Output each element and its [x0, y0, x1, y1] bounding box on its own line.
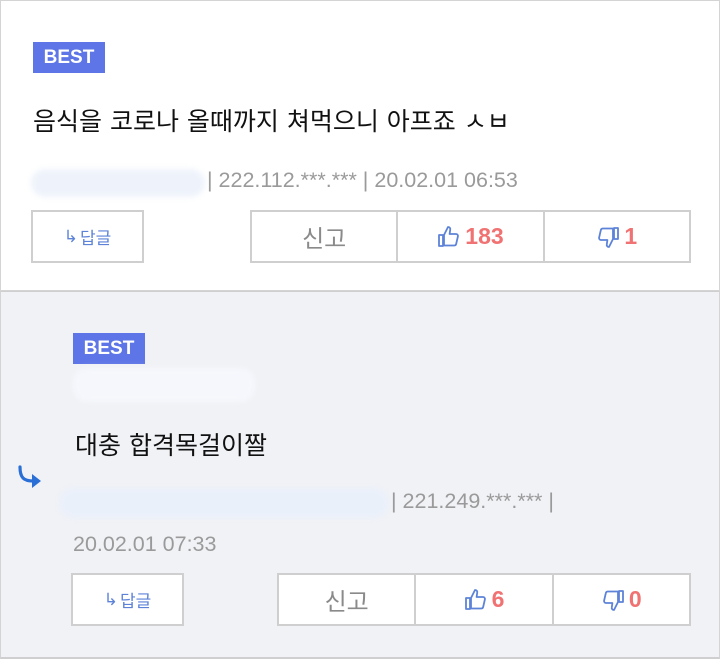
comment-text: 대충 합격목걸이짤 [75, 431, 267, 460]
report-button[interactable]: 신고 [250, 210, 399, 263]
author-name-redacted [73, 368, 255, 402]
reply-arrow-icon: ↳ [63, 226, 78, 247]
dislike-count: 0 [628, 586, 642, 612]
action-group: 신고 183 1 [250, 210, 691, 263]
reply-button[interactable]: ↳ 답글 [31, 210, 144, 263]
thumbs-up-icon [438, 225, 460, 247]
reply-button-label: 답글 [79, 229, 112, 249]
reply-button-label: 답글 [119, 592, 152, 612]
best-badge: BEST [33, 42, 105, 73]
comment-2-reply: BEST 대충 합격목걸이짤 | 221.249.***.*** | 20.02… [0, 291, 720, 659]
reply-button[interactable]: ↳ 답글 [71, 573, 184, 626]
dislike-button[interactable]: 0 [551, 573, 691, 626]
comment-text: 음식을 코로나 올때까지 쳐먹으니 아프죠 ㅅㅂ [33, 107, 510, 136]
report-button[interactable]: 신고 [277, 573, 417, 626]
reply-arrow-icon: ↳ [103, 589, 118, 610]
comment-meta-date: 20.02.01 07:33 [73, 532, 217, 556]
report-label: 신고 [302, 225, 347, 253]
comment-meta: | 222.112.***.*** | 20.02.01 06:53 [207, 168, 518, 192]
thumbs-up-icon [464, 588, 486, 610]
author-name-redacted [31, 169, 205, 197]
thumbs-down-icon [603, 589, 624, 611]
like-button[interactable]: 6 [414, 573, 554, 626]
like-count: 183 [465, 223, 504, 249]
dislike-button[interactable]: 1 [542, 210, 691, 263]
comment-1: BEST 음식을 코로나 올때까지 쳐먹으니 아프죠 ㅅㅂ | 222.112.… [0, 0, 720, 291]
author-info-redacted [59, 488, 389, 518]
reply-indicator-icon [18, 465, 41, 488]
dislike-count: 1 [624, 223, 638, 249]
action-group: 신고 6 0 [277, 573, 691, 626]
comment-meta-ip: | 221.249.***.*** | [391, 489, 554, 513]
thumbs-down-icon [598, 226, 620, 248]
like-count: 6 [491, 586, 505, 612]
like-button[interactable]: 183 [396, 210, 545, 263]
best-badge: BEST [73, 333, 145, 364]
report-label: 신고 [324, 588, 369, 616]
